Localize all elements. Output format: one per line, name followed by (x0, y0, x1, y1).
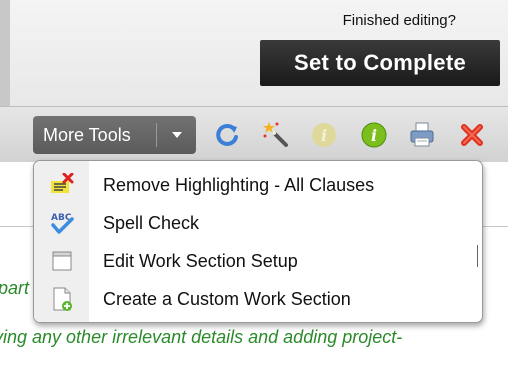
menu-item-label: Spell Check (103, 212, 200, 233)
info-icon[interactable]: i (360, 121, 388, 149)
svg-text:i: i (321, 126, 327, 145)
finished-editing-text: Finished editing? (342, 12, 456, 29)
content-text-line: ving any other irrelevant details and ad… (0, 327, 403, 347)
menu-item-label: Create a Custom Work Section (103, 288, 351, 309)
menu-item-label: Remove Highlighting - All Clauses (103, 174, 375, 195)
magic-wand-icon[interactable] (262, 121, 290, 149)
header-edge (0, 0, 10, 106)
info-disabled-icon[interactable]: i (310, 121, 338, 149)
toolbar: More Tools i i (0, 106, 508, 163)
spell-check-icon: ABC (34, 210, 89, 236)
content-text-line: part (0, 278, 30, 298)
menu-item-create-custom-work-section[interactable]: Create a Custom Work Section (34, 280, 482, 318)
more-tools-label: More Tools (43, 124, 131, 145)
chevron-down-icon[interactable] (157, 130, 196, 140)
print-icon[interactable] (408, 121, 436, 149)
menu-item-spell-check[interactable]: ABC Spell Check (34, 204, 482, 242)
edit-section-icon (34, 249, 89, 273)
svg-text:i: i (371, 126, 377, 145)
more-tools-dropdown: Remove Highlighting - All Clauses ABC Sp… (33, 160, 483, 323)
more-tools-button[interactable]: More Tools (33, 116, 196, 154)
close-icon[interactable] (458, 121, 486, 149)
menu-item-edit-work-section-setup[interactable]: Edit Work Section Setup (34, 242, 482, 280)
set-to-complete-button[interactable]: Set to Complete (260, 40, 500, 86)
new-section-icon (34, 286, 89, 312)
menu-item-label: Edit Work Section Setup (103, 250, 298, 271)
remove-highlight-icon (34, 173, 89, 197)
refresh-icon[interactable] (213, 121, 241, 149)
menu-item-remove-highlighting[interactable]: Remove Highlighting - All Clauses (34, 166, 482, 204)
header-band: Finished editing? Set to Complete (0, 0, 508, 106)
